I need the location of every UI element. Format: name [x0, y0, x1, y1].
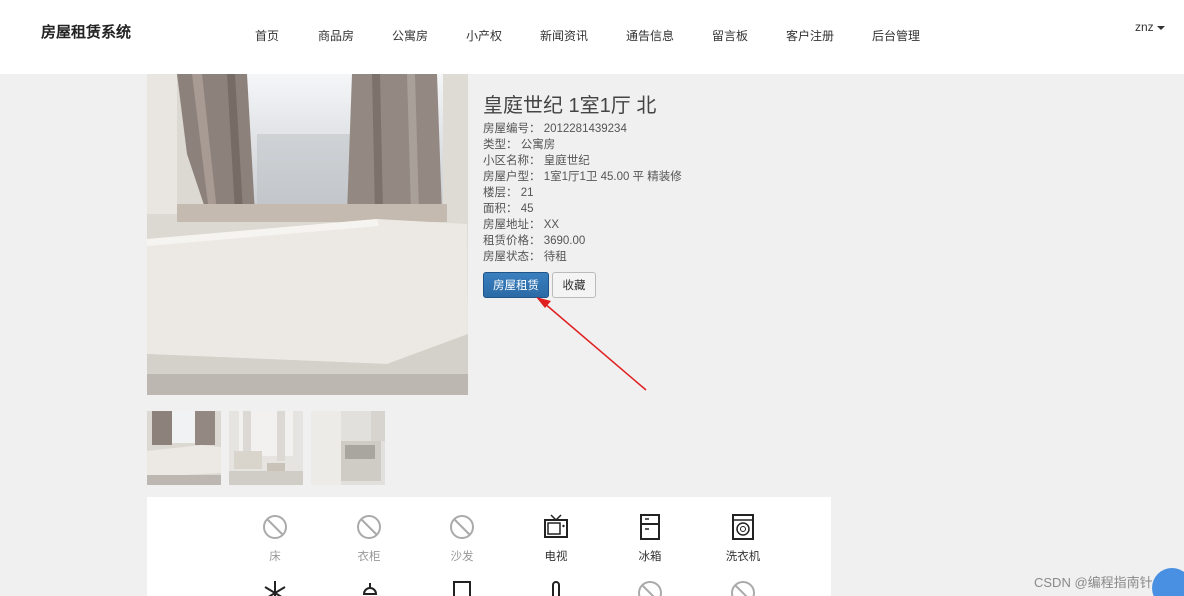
thumbnail-2[interactable]: [229, 411, 303, 485]
door-icon: [453, 581, 471, 596]
amenity-bed: 床: [240, 514, 310, 564]
floating-action-button[interactable]: [1152, 568, 1184, 596]
rent-house-button[interactable]: 房屋租赁: [483, 272, 549, 298]
detail-value: XX: [543, 219, 560, 231]
snowflake-icon: [264, 581, 286, 596]
nav-item-admin[interactable]: 后台管理: [872, 27, 920, 44]
amenity-label: 衣柜: [357, 551, 381, 563]
amenity-label: 床: [269, 551, 281, 563]
nav-item-customer-register[interactable]: 客户注册: [786, 27, 834, 44]
shower-icon: [362, 583, 378, 595]
amenity-label: 电视: [544, 551, 568, 563]
detail-label: 房屋户型：: [483, 171, 541, 183]
amenity-washing-machine: 洗衣机: [708, 514, 778, 564]
detail-price: 租赁价格： 3690.00: [483, 232, 585, 248]
detail-floor: 楼层： 21: [483, 184, 534, 200]
thumbnail-3[interactable]: [311, 411, 385, 485]
csdn-watermark: CSDN @编程指南针: [1034, 575, 1153, 590]
detail-label: 面积：: [483, 203, 518, 215]
amenity-unavailable: [708, 580, 778, 596]
detail-value: 皇庭世纪: [543, 155, 590, 167]
detail-value: 公寓房: [520, 139, 556, 151]
amenity-label: 沙发: [450, 551, 474, 563]
nav-item-notices[interactable]: 通告信息: [626, 27, 674, 44]
washing-machine-icon: [732, 514, 754, 540]
nav-item-home[interactable]: 首页: [255, 27, 279, 44]
detail-label: 小区名称：: [483, 155, 541, 167]
detail-layout: 房屋户型： 1室1厅1卫 45.00 平 精装修: [483, 168, 682, 184]
amenity-tv: 电视: [521, 514, 591, 564]
detail-value: 21: [520, 187, 534, 199]
detail-value: 待租: [543, 251, 567, 263]
bedroom-photo: [147, 74, 468, 395]
amenity-label: 洗衣机: [725, 551, 761, 563]
detail-label: 房屋状态：: [483, 251, 541, 263]
amenity-door: [427, 580, 497, 596]
main-house-photo: [147, 74, 468, 395]
detail-community: 小区名称： 皇庭世纪: [483, 152, 590, 168]
nav-item-apartment[interactable]: 公寓房: [392, 27, 428, 44]
detail-area: 面积： 45: [483, 200, 534, 216]
top-navbar: 房屋租赁系统 首页 商品房 公寓房 小产权 新闻资讯 通告信息 留言板 客户注册…: [0, 0, 1184, 74]
amenity-water-heater: [334, 580, 404, 596]
detail-label: 房屋地址：: [483, 219, 541, 231]
detail-label: 房屋编号：: [483, 123, 541, 135]
fridge-icon: [640, 514, 660, 540]
thumbnail-1[interactable]: [147, 411, 221, 485]
amenity-heater: [521, 580, 591, 596]
amenity-fridge: 冰箱: [615, 514, 685, 564]
heater-icon: [552, 581, 560, 596]
unavailable-icon: [450, 515, 474, 539]
user-menu[interactable]: znz: [1135, 20, 1165, 34]
detail-label: 类型：: [483, 139, 518, 151]
site-brand[interactable]: 房屋租赁系统: [41, 21, 131, 42]
nav-item-commercial-housing[interactable]: 商品房: [318, 27, 354, 44]
favorite-button[interactable]: 收藏: [552, 272, 596, 298]
detail-value: 3690.00: [543, 235, 586, 247]
nav-item-news[interactable]: 新闻资讯: [540, 27, 588, 44]
house-title: 皇庭世纪 1室1厅 北: [483, 95, 657, 117]
detail-label: 楼层：: [483, 187, 518, 199]
amenity-wardrobe: 衣柜: [334, 514, 404, 564]
amenity-label: 冰箱: [638, 551, 662, 563]
detail-label: 租赁价格：: [483, 235, 541, 247]
unavailable-icon: [638, 581, 662, 596]
unavailable-icon: [731, 581, 755, 596]
tv-icon: [544, 514, 568, 538]
amenity-air-conditioner: [240, 580, 310, 596]
detail-address: 房屋地址： XX: [483, 216, 559, 232]
detail-type: 类型： 公寓房: [483, 136, 555, 152]
user-name: znz: [1135, 20, 1154, 34]
amenity-unavailable: [615, 580, 685, 596]
detail-value: 1室1厅1卫 45.00 平 精装修: [543, 171, 682, 183]
nav-item-message-board[interactable]: 留言板: [712, 27, 748, 44]
amenity-sofa: 沙发: [427, 514, 497, 564]
detail-value: 45: [520, 203, 534, 215]
caret-down-icon: [1156, 25, 1165, 30]
unavailable-icon: [357, 515, 381, 539]
detail-status: 房屋状态： 待租: [483, 248, 567, 264]
amenities-panel: 床 衣柜 沙发 电视 冰箱 洗衣机: [147, 497, 831, 596]
detail-house-number: 房屋编号： 2012281439234: [483, 120, 627, 136]
unavailable-icon: [263, 515, 287, 539]
detail-value: 2012281439234: [543, 123, 627, 135]
nav-item-small-property[interactable]: 小产权: [466, 27, 502, 44]
